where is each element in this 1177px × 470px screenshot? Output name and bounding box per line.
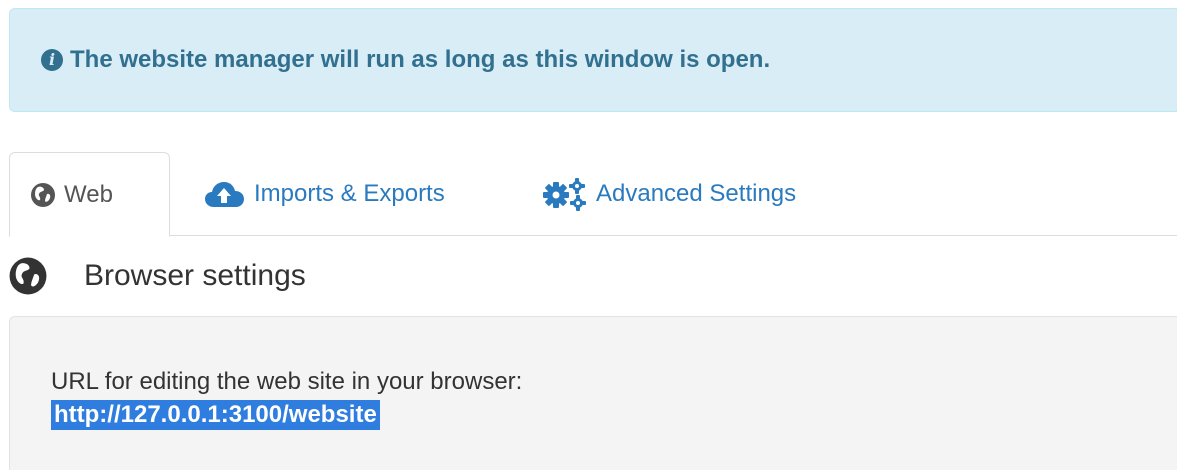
info-circle-icon: i [41, 49, 63, 71]
tab-web[interactable]: Web [9, 152, 170, 237]
url-label: URL for editing the web site in your bro… [51, 368, 523, 395]
globe-icon [30, 182, 56, 208]
tab-bar: Web Imports & Exports Advanced Settings [9, 152, 1177, 237]
website-url-link[interactable]: http://127.0.0.1:3100/website [51, 400, 380, 430]
globe-icon [8, 256, 48, 296]
cogs-icon [542, 177, 588, 211]
section-header: Browser settings [8, 252, 306, 300]
tab-imports-exports[interactable]: Imports & Exports [204, 152, 445, 236]
alert-message: The website manager will run as long as … [70, 46, 771, 73]
info-alert: i The website manager will run as long a… [9, 8, 1177, 112]
tab-web-label: Web [64, 180, 113, 208]
section-title: Browser settings [84, 259, 306, 292]
tab-advanced-settings[interactable]: Advanced Settings [542, 152, 796, 236]
tab-imports-exports-label: Imports & Exports [254, 180, 445, 207]
tab-advanced-settings-label: Advanced Settings [596, 180, 797, 207]
cloud-upload-icon [204, 180, 246, 208]
browser-settings-panel: URL for editing the web site in your bro… [9, 316, 1177, 470]
